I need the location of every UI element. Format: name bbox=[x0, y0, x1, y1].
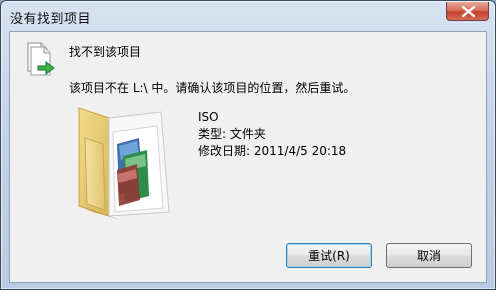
window-title: 没有找到项目 bbox=[10, 12, 92, 27]
file-move-icon bbox=[27, 42, 55, 76]
retry-button[interactable]: 重试(R) bbox=[286, 243, 372, 268]
item-name: ISO bbox=[198, 110, 219, 124]
folder-icon bbox=[78, 107, 170, 220]
dialog-body: 找不到该项目 该项目不在 L:\ 中。请确认该项目的位置，然后重试。 ISO 类… bbox=[9, 31, 487, 283]
item-modified-date: 修改日期: 2011/4/5 20:18 bbox=[198, 144, 347, 158]
dialog-message: 该项目不在 L:\ 中。请确认该项目的位置，然后重试。 bbox=[69, 81, 356, 95]
cancel-button[interactable]: 取消 bbox=[386, 243, 472, 268]
dialog-window: 没有找到项目 找不到该项目 该项目不在 L:\ 中。请确认该项目的位置，然后重试… bbox=[0, 0, 496, 290]
title-bar[interactable]: 没有找到项目 bbox=[1, 1, 495, 31]
close-button[interactable] bbox=[446, 2, 489, 21]
dialog-heading: 找不到该项目 bbox=[69, 45, 142, 59]
close-icon bbox=[462, 6, 475, 17]
item-details: ISO 类型: 文件夹 修改日期: 2011/4/5 20:18 bbox=[198, 109, 346, 160]
item-type: 类型: 文件夹 bbox=[198, 127, 266, 141]
